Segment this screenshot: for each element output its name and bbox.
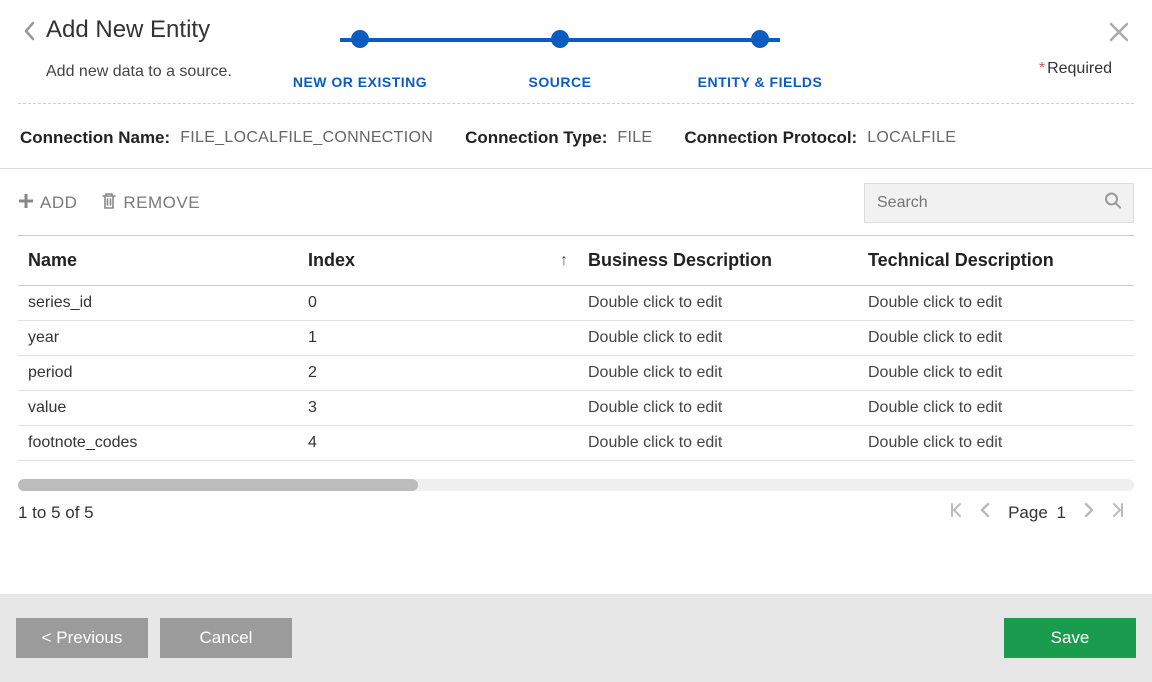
- step-source[interactable]: SOURCE: [480, 30, 640, 90]
- step-label: NEW OR EXISTING: [293, 74, 427, 90]
- cell-name: series_id: [28, 294, 308, 312]
- connection-protocol-value: LOCALFILE: [867, 129, 956, 147]
- page-label: Page: [1008, 503, 1048, 522]
- cell-technical-description[interactable]: Double click to edit: [868, 364, 1124, 382]
- cell-technical-description[interactable]: Double click to edit: [868, 294, 1124, 312]
- search-input[interactable]: [864, 183, 1134, 223]
- cell-index: 1: [308, 329, 588, 347]
- horizontal-scrollbar[interactable]: [18, 479, 1134, 491]
- prev-page-button[interactable]: [980, 503, 990, 522]
- column-header-name[interactable]: Name: [28, 250, 308, 271]
- cell-index: 0: [308, 294, 588, 312]
- connection-name-label: Connection Name:: [20, 128, 170, 148]
- connection-info-bar: Connection Name: FILE_LOCALFILE_CONNECTI…: [0, 104, 1152, 169]
- last-page-button[interactable]: [1112, 503, 1124, 522]
- column-header-index-label: Index: [308, 250, 355, 270]
- plus-icon: [18, 193, 34, 213]
- sort-ascending-icon: ↑: [560, 252, 568, 270]
- required-label: Required: [1047, 60, 1112, 77]
- scrollbar-thumb[interactable]: [18, 479, 418, 491]
- step-label: SOURCE: [529, 74, 592, 90]
- cell-index: 3: [308, 399, 588, 417]
- connection-type-label: Connection Type:: [465, 128, 607, 148]
- stepper: NEW OR EXISTING SOURCE ENTITY & FIELDS: [280, 30, 840, 90]
- first-page-icon: [950, 503, 962, 517]
- cell-technical-description[interactable]: Double click to edit: [868, 329, 1124, 347]
- step-new-or-existing[interactable]: NEW OR EXISTING: [280, 30, 440, 90]
- step-dot-icon: [551, 30, 569, 48]
- cell-name: period: [28, 364, 308, 382]
- connection-name-value: FILE_LOCALFILE_CONNECTION: [180, 129, 433, 147]
- previous-button[interactable]: < Previous: [16, 618, 148, 658]
- page-number: 1: [1057, 503, 1066, 522]
- cell-business-description[interactable]: Double click to edit: [588, 434, 868, 452]
- table-row[interactable]: year 1 Double click to edit Double click…: [18, 321, 1134, 356]
- remove-label: REMOVE: [123, 193, 200, 213]
- cell-technical-description[interactable]: Double click to edit: [868, 399, 1124, 417]
- remove-button[interactable]: REMOVE: [101, 192, 200, 214]
- table-row[interactable]: series_id 0 Double click to edit Double …: [18, 286, 1134, 321]
- column-header-technical-description[interactable]: Technical Description: [868, 250, 1124, 271]
- pagination-range: 1 to 5 of 5: [18, 503, 94, 523]
- trash-icon: [101, 192, 117, 214]
- add-button[interactable]: ADD: [18, 193, 77, 213]
- cell-business-description[interactable]: Double click to edit: [588, 294, 868, 312]
- cell-index: 2: [308, 364, 588, 382]
- connection-type-value: FILE: [617, 129, 652, 147]
- cell-name: year: [28, 329, 308, 347]
- connection-protocol-label: Connection Protocol:: [684, 128, 857, 148]
- last-page-icon: [1112, 503, 1124, 517]
- fields-table: Name Index ↑ Business Description Techni…: [18, 235, 1134, 461]
- step-dot-icon: [751, 30, 769, 48]
- pagination-controls: Page 1: [950, 503, 1124, 523]
- cell-index: 4: [308, 434, 588, 452]
- cell-business-description[interactable]: Double click to edit: [588, 364, 868, 382]
- chevron-left-icon: [980, 503, 990, 517]
- cell-name: value: [28, 399, 308, 417]
- step-entity-fields[interactable]: ENTITY & FIELDS: [680, 30, 840, 90]
- table-row[interactable]: period 2 Double click to edit Double cli…: [18, 356, 1134, 391]
- table-header-row: Name Index ↑ Business Description Techni…: [18, 236, 1134, 286]
- first-page-button[interactable]: [950, 503, 962, 522]
- page-title: Add New Entity: [46, 16, 232, 45]
- cell-business-description[interactable]: Double click to edit: [588, 329, 868, 347]
- chevron-right-icon: [1084, 503, 1094, 517]
- cell-business-description[interactable]: Double click to edit: [588, 399, 868, 417]
- close-icon: [1108, 21, 1130, 43]
- required-star-icon: *: [1039, 60, 1045, 77]
- required-note: *Required: [1039, 60, 1112, 78]
- footer-bar: < Previous Cancel Save: [0, 594, 1152, 682]
- cancel-button[interactable]: Cancel: [160, 618, 292, 658]
- save-button[interactable]: Save: [1004, 618, 1136, 658]
- cell-technical-description[interactable]: Double click to edit: [868, 434, 1124, 452]
- column-header-index[interactable]: Index ↑: [308, 250, 588, 271]
- column-header-business-description[interactable]: Business Description: [588, 250, 868, 271]
- table-row[interactable]: footnote_codes 4 Double click to edit Do…: [18, 426, 1134, 461]
- page-subtitle: Add new data to a source.: [46, 63, 232, 81]
- chevron-left-icon: [23, 21, 35, 41]
- back-button[interactable]: [18, 16, 40, 46]
- table-row[interactable]: value 3 Double click to edit Double clic…: [18, 391, 1134, 426]
- step-label: ENTITY & FIELDS: [698, 74, 823, 90]
- cell-name: footnote_codes: [28, 434, 308, 452]
- close-button[interactable]: [1108, 20, 1130, 48]
- add-label: ADD: [40, 193, 77, 213]
- next-page-button[interactable]: [1084, 503, 1094, 522]
- step-dot-icon: [351, 30, 369, 48]
